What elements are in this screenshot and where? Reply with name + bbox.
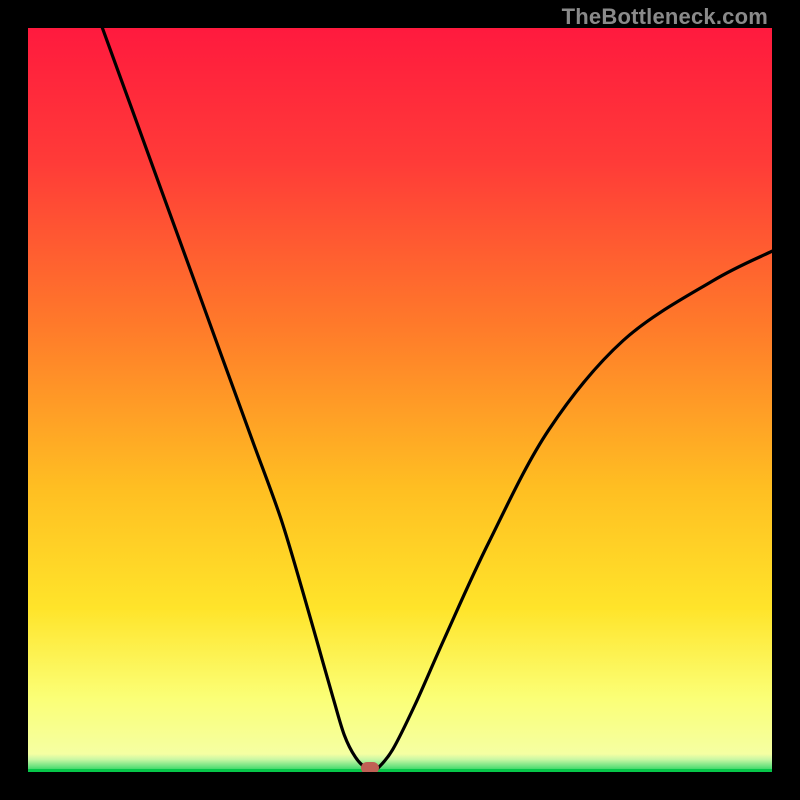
- watermark-text: TheBottleneck.com: [562, 4, 768, 30]
- curve-svg: [28, 28, 772, 772]
- bottleneck-curve: [102, 28, 772, 770]
- minimum-marker: [361, 762, 379, 772]
- plot-area: [28, 28, 772, 772]
